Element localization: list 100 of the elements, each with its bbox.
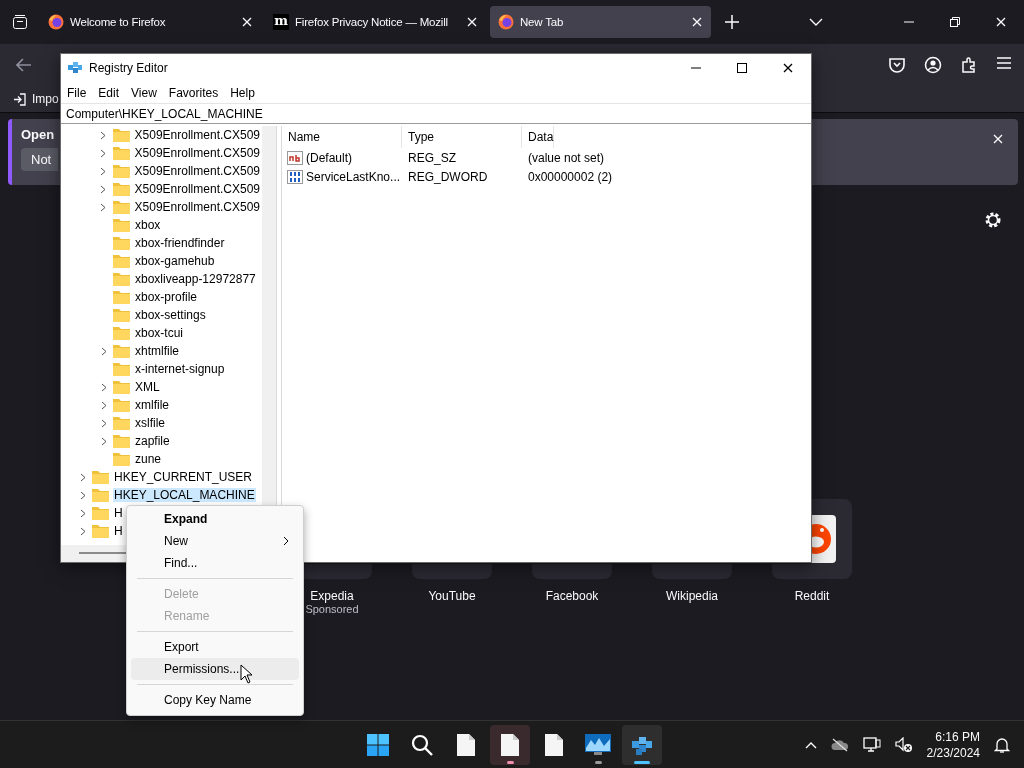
tree-item[interactable]: xbox-settings: [134, 308, 207, 322]
expand-chevron-icon[interactable]: [100, 148, 107, 158]
taskbar-app[interactable]: [622, 725, 662, 765]
address-bar[interactable]: Computer\HKEY_LOCAL_MACHINE: [61, 103, 811, 124]
expand-chevron-icon[interactable]: [79, 508, 86, 518]
pocket-icon[interactable]: [888, 56, 906, 74]
tree-item[interactable]: X509Enrollment.CX509: [133, 164, 261, 178]
expand-chevron-icon[interactable]: [100, 400, 107, 410]
context-menu-item[interactable]: Export: [131, 636, 299, 658]
taskbar-app[interactable]: [490, 725, 530, 765]
import-bookmarks-link[interactable]: Impo: [32, 92, 59, 106]
import-icon[interactable]: [13, 92, 26, 106]
tree-item[interactable]: xbox-gamehub: [134, 254, 216, 268]
folder-icon: [113, 254, 130, 268]
expand-chevron-icon[interactable]: [79, 526, 86, 536]
tree-item[interactable]: H: [113, 506, 124, 520]
browser-tab[interactable]: Welcome to Firefox: [40, 6, 261, 38]
expand-chevron-icon[interactable]: [100, 346, 107, 356]
tab-close-icon[interactable]: [466, 16, 478, 28]
tree-item[interactable]: XML: [134, 380, 161, 394]
expand-chevron-icon[interactable]: [100, 382, 107, 392]
cloud-off-icon[interactable]: [830, 738, 849, 752]
tree-item[interactable]: HKEY_LOCAL_MACHINE: [113, 488, 256, 502]
restore-icon[interactable]: [949, 16, 961, 28]
expand-chevron-icon[interactable]: [100, 184, 107, 194]
menu-icon[interactable]: [996, 56, 1012, 70]
tree-item[interactable]: xbox: [134, 218, 162, 232]
column-header[interactable]: Name: [282, 126, 402, 148]
expand-chevron-icon[interactable]: [100, 202, 107, 212]
shortcut-tile[interactable]: [532, 564, 612, 579]
menu-item[interactable]: File: [65, 85, 94, 100]
not-now-button[interactable]: Not: [21, 148, 58, 171]
expand-chevron-icon[interactable]: [100, 436, 107, 446]
back-arrow-icon[interactable]: [16, 58, 32, 72]
shortcut-label: YouTube: [428, 589, 476, 603]
expand-chevron-icon[interactable]: [100, 130, 107, 140]
tree-item[interactable]: xbox-tcui: [134, 326, 185, 340]
folder-icon: [112, 128, 130, 142]
tree-item[interactable]: xbox-profile: [134, 290, 199, 304]
folder-icon: [112, 200, 130, 214]
menu-item[interactable]: Favorites: [166, 85, 226, 100]
bell-icon[interactable]: [994, 737, 1010, 753]
context-menu-item[interactable]: New: [131, 530, 299, 552]
binary-value-icon: [287, 169, 303, 184]
plus-icon[interactable]: [725, 15, 739, 29]
tree-item[interactable]: xslfile: [134, 416, 166, 430]
chevron-up-icon[interactable]: [804, 741, 817, 749]
tree-item[interactable]: X509Enrollment.CX509: [133, 128, 261, 142]
tree-item[interactable]: X509Enrollment.CX509: [133, 182, 261, 196]
tab-close-icon[interactable]: [691, 16, 703, 28]
expand-chevron-icon[interactable]: [79, 490, 86, 500]
tab-list-icon[interactable]: [12, 14, 28, 30]
tree-item[interactable]: xboxliveapp-12972877: [134, 272, 257, 286]
column-header[interactable]: Data: [522, 126, 555, 148]
expand-chevron-icon[interactable]: [100, 166, 107, 176]
tree-item[interactable]: X509Enrollment.CX509: [133, 200, 261, 214]
puzzle-icon[interactable]: [960, 56, 978, 74]
network-icon[interactable]: [862, 737, 881, 753]
browser-tab[interactable]: m Firefox Privacy Notice — Mozill: [265, 6, 486, 38]
column-header[interactable]: Type: [402, 126, 522, 148]
tree-item[interactable]: xmlfile: [134, 398, 170, 412]
tree-item[interactable]: zune: [134, 452, 163, 466]
expand-chevron-icon[interactable]: [79, 472, 86, 482]
folder-icon: [113, 290, 130, 304]
document-icon: [545, 734, 563, 756]
context-menu-item[interactable]: Permissions...: [131, 658, 299, 680]
tree-item[interactable]: xbox-friendfinder: [134, 236, 226, 250]
folder-icon: [113, 434, 130, 448]
menu-item[interactable]: View: [129, 85, 164, 100]
tree-item[interactable]: H: [113, 524, 124, 538]
value-name[interactable]: ServiceLastKno...: [306, 169, 401, 184]
menu-item[interactable]: Help: [228, 85, 262, 100]
tree-item[interactable]: HKEY_CURRENT_USER: [113, 470, 254, 484]
tab-title: Firefox Privacy Notice — Mozill: [295, 16, 449, 28]
account-icon[interactable]: [924, 56, 942, 74]
tree-item[interactable]: X509Enrollment.CX509: [133, 146, 261, 160]
shortcut-tile[interactable]: [652, 564, 732, 579]
tab-close-icon[interactable]: [241, 16, 253, 28]
close-icon[interactable]: [782, 62, 794, 74]
browser-tab[interactable]: New Tab: [490, 6, 711, 38]
clock-date: 2/23/2024: [926, 746, 980, 760]
tree-item[interactable]: xhtmlfile: [134, 344, 180, 358]
chevron-down-icon[interactable]: [809, 18, 823, 26]
context-menu-item[interactable]: Expand: [131, 508, 299, 530]
speaker-muted-icon[interactable]: [894, 737, 913, 753]
tree-item[interactable]: zapfile: [134, 434, 171, 448]
menu-item[interactable]: Edit: [96, 85, 127, 100]
maximize-icon[interactable]: [736, 62, 748, 74]
shortcut-label: Reddit: [794, 589, 830, 603]
expand-chevron-icon[interactable]: [100, 418, 107, 428]
clock[interactable]: 6:16 PM 2/23/2024: [926, 730, 980, 760]
context-menu-item[interactable]: Find...: [131, 552, 299, 574]
context-menu-item[interactable]: Copy Key Name: [131, 689, 299, 711]
settings-icon[interactable]: [984, 211, 1002, 229]
value-name[interactable]: (Default): [306, 150, 352, 165]
tree-item[interactable]: x-internet-signup: [134, 362, 226, 376]
shortcut-tile[interactable]: [412, 564, 492, 579]
value-type: REG_DWORD: [407, 169, 489, 184]
folder-icon: [113, 236, 130, 250]
shortcut-tile[interactable]: [811, 499, 852, 579]
